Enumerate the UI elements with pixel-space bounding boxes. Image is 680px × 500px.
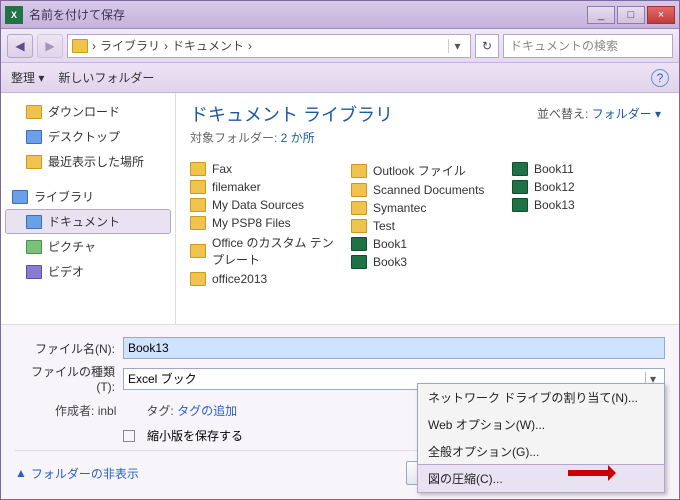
save-as-dialog: X 名前を付けて保存 _ □ × ◀ ▶ › ライブラリ › ドキュメント › … xyxy=(0,0,680,500)
maximize-button[interactable]: □ xyxy=(617,6,645,24)
nav-forward-button: ▶ xyxy=(37,34,63,58)
save-thumbnail-checkbox[interactable] xyxy=(123,430,135,442)
save-thumbnail-label: 縮小版を保存する xyxy=(147,427,243,444)
new-folder-button[interactable]: 新しいフォルダー xyxy=(58,69,154,86)
folder-icon xyxy=(351,219,367,233)
sort-control[interactable]: 並べ替え: フォルダー ▾ xyxy=(537,105,661,122)
nav-back-button[interactable]: ◀ xyxy=(7,34,33,58)
library-locations-link[interactable]: 2 か所 xyxy=(281,131,315,145)
folder-item[interactable]: filemaker xyxy=(190,178,343,196)
nav-library-item[interactable]: ピクチャ xyxy=(5,234,171,259)
titlebar[interactable]: X 名前を付けて保存 _ □ × xyxy=(1,1,679,29)
hide-folders-toggle[interactable]: ▲ フォルダーの非表示 xyxy=(15,465,139,482)
excel-file-icon xyxy=(351,237,367,251)
tools-menu-item[interactable]: Web オプション(W)... xyxy=(418,411,664,438)
nav-item[interactable]: ダウンロード xyxy=(5,99,171,124)
nav-item[interactable]: 最近表示した場所 xyxy=(5,149,171,174)
breadcrumb-item[interactable]: ドキュメント xyxy=(172,37,244,54)
folder-icon xyxy=(351,164,367,178)
nav-library-item[interactable]: ビデオ xyxy=(5,259,171,284)
folder-icon xyxy=(72,39,88,53)
excel-file-icon xyxy=(512,162,528,176)
breadcrumb-sep: › xyxy=(92,39,96,53)
folder-item[interactable]: Symantec xyxy=(351,199,504,217)
tag-value[interactable]: タグの追加 xyxy=(177,404,237,418)
folder-icon xyxy=(351,183,367,197)
filename-input[interactable] xyxy=(123,337,665,359)
nav-pane: ダウンロードデスクトップ最近表示した場所ライブラリドキュメントピクチャビデオ xyxy=(1,93,176,324)
folder-icon xyxy=(351,201,367,215)
nav-item[interactable]: デスクトップ xyxy=(5,124,171,149)
tools-menu: ネットワーク ドライブの割り当て(N)...Web オプション(W)...全般オ… xyxy=(417,383,665,493)
excel-file-icon xyxy=(351,255,367,269)
nav-library-item[interactable]: ドキュメント xyxy=(5,209,171,234)
file-list-pane: ドキュメント ライブラリ 対象フォルダー: 2 か所 並べ替え: フォルダー ▾… xyxy=(176,93,679,324)
tools-menu-item[interactable]: 全般オプション(G)... xyxy=(418,438,664,465)
folder-icon xyxy=(26,130,42,144)
folder-icon xyxy=(26,240,42,254)
organize-button[interactable]: 整理 ▾ xyxy=(11,69,44,86)
folder-item[interactable]: Test xyxy=(351,217,504,235)
folder-icon xyxy=(190,162,206,176)
folder-icon xyxy=(190,272,206,286)
file-item[interactable]: Book11 xyxy=(512,160,665,178)
folder-item[interactable]: My PSP8 Files xyxy=(190,214,343,232)
annotation-arrow xyxy=(568,466,624,480)
sort-dropdown[interactable]: フォルダー ▾ xyxy=(592,107,661,121)
excel-file-icon xyxy=(512,198,528,212)
folder-item[interactable]: Office のカスタム テンプレート xyxy=(190,232,343,270)
filetype-label: ファイルの種類(T): xyxy=(15,363,115,394)
excel-app-icon: X xyxy=(5,6,23,24)
filename-label: ファイル名(N): xyxy=(15,340,115,357)
breadcrumb-sep: › xyxy=(164,39,168,53)
folder-item[interactable]: Fax xyxy=(190,160,343,178)
search-input[interactable]: ドキュメントの検索 xyxy=(503,34,673,58)
folder-item[interactable]: office2013 xyxy=(190,270,343,288)
nav-libraries-header[interactable]: ライブラリ xyxy=(5,184,171,209)
breadcrumb-sep: › xyxy=(248,39,252,53)
window-title: 名前を付けて保存 xyxy=(29,6,587,23)
folder-item[interactable]: Outlook ファイル xyxy=(351,160,504,181)
folder-icon xyxy=(26,265,42,279)
tag-label: タグ: xyxy=(146,404,173,418)
file-item[interactable]: Book3 xyxy=(351,253,504,271)
chevron-up-icon: ▲ xyxy=(15,466,27,480)
folder-icon xyxy=(190,216,206,230)
folder-icon xyxy=(190,244,206,258)
minimize-button[interactable]: _ xyxy=(587,6,615,24)
author-value[interactable]: inbl xyxy=(98,404,117,418)
library-icon xyxy=(12,190,28,204)
close-button[interactable]: × xyxy=(647,6,675,24)
breadcrumb-item[interactable]: ライブラリ xyxy=(100,37,160,54)
breadcrumb-dropdown[interactable]: ▾ xyxy=(448,39,466,53)
toolbar: 整理 ▾ 新しいフォルダー ? xyxy=(1,63,679,93)
library-subtitle: 対象フォルダー: 2 か所 xyxy=(190,129,665,146)
file-item[interactable]: Book13 xyxy=(512,196,665,214)
file-item[interactable]: Book1 xyxy=(351,235,504,253)
folder-icon xyxy=(26,105,42,119)
tools-menu-item[interactable]: 図の圧縮(C)... xyxy=(417,464,665,493)
folder-item[interactable]: Scanned Documents xyxy=(351,181,504,199)
breadcrumb[interactable]: › ライブラリ › ドキュメント › ▾ xyxy=(67,34,471,58)
author-label: 作成者: xyxy=(55,404,94,418)
help-icon[interactable]: ? xyxy=(651,69,669,87)
folder-item[interactable]: My Data Sources xyxy=(190,196,343,214)
refresh-button[interactable]: ↻ xyxy=(475,34,499,58)
address-bar-row: ◀ ▶ › ライブラリ › ドキュメント › ▾ ↻ ドキュメントの検索 xyxy=(1,29,679,63)
file-item[interactable]: Book12 xyxy=(512,178,665,196)
folder-icon xyxy=(190,180,206,194)
tools-menu-item[interactable]: ネットワーク ドライブの割り当て(N)... xyxy=(418,384,664,411)
folder-icon xyxy=(26,215,42,229)
folder-icon xyxy=(190,198,206,212)
folder-icon xyxy=(26,155,42,169)
form-area: ファイル名(N): ファイルの種類(T): Excel ブック▾ 作成者: in… xyxy=(1,324,679,499)
excel-file-icon xyxy=(512,180,528,194)
